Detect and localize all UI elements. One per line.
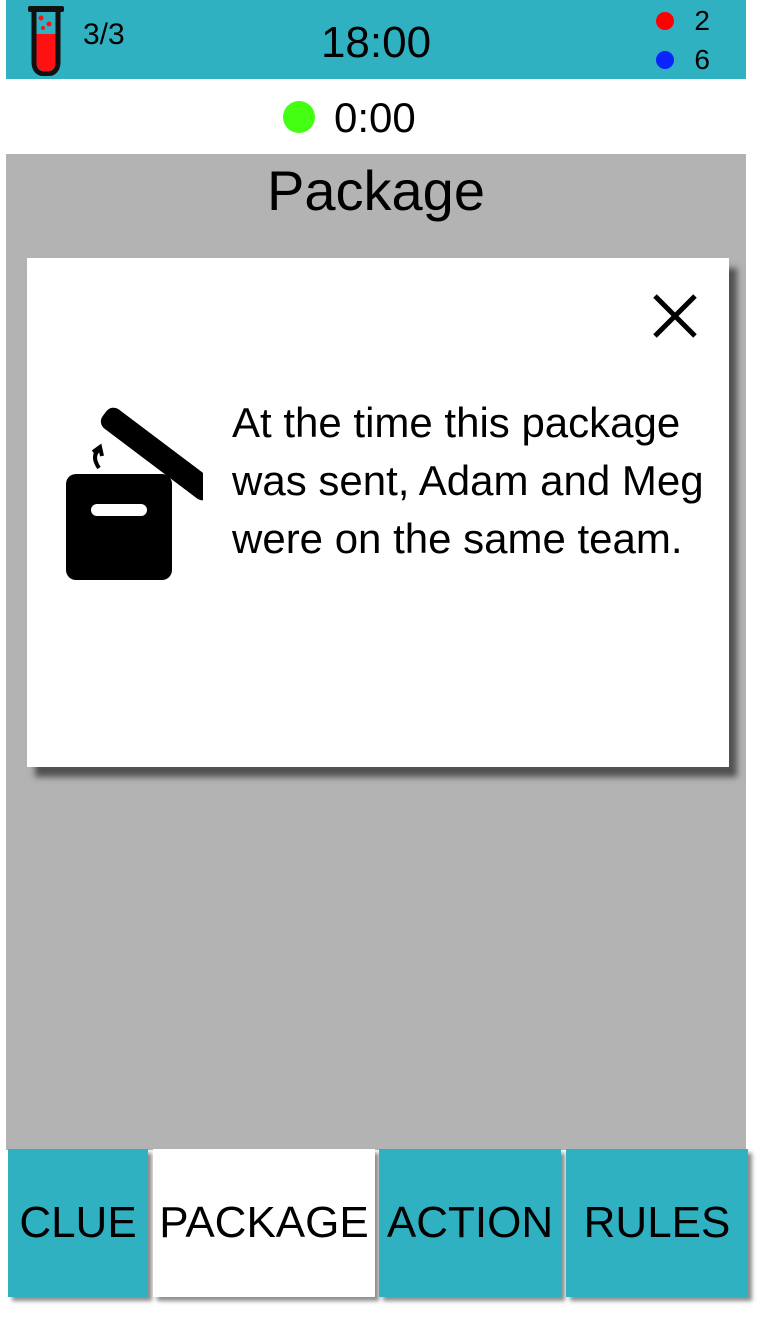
package-modal: At the time this package was sent, Adam … [27, 258, 729, 767]
bottom-tab-bar: CLUE PACKAGE ACTION RULES [8, 1149, 748, 1297]
round-timer: 0:00 [334, 94, 416, 141]
red-team-score: 2 [656, 5, 710, 37]
tab-rules[interactable]: RULES [566, 1149, 748, 1297]
blue-team-score: 6 [656, 44, 710, 76]
page-title: Package [267, 159, 485, 222]
game-clock: 18:00 [320, 18, 432, 67]
top-status-bar: 3/3 18:00 2 6 [6, 0, 746, 79]
tab-action[interactable]: ACTION [379, 1149, 561, 1297]
blue-score-value: 6 [694, 44, 710, 75]
close-icon[interactable] [647, 288, 703, 344]
open-box-icon [66, 407, 203, 580]
tab-clue[interactable]: CLUE [8, 1149, 148, 1297]
red-dot-icon [656, 12, 675, 30]
timer-status-icon [283, 101, 315, 133]
tab-package[interactable]: PACKAGE [153, 1149, 375, 1297]
blue-dot-icon [656, 51, 675, 69]
package-message: At the time this package was sent, Adam … [232, 399, 704, 562]
red-score-value: 2 [694, 5, 710, 36]
